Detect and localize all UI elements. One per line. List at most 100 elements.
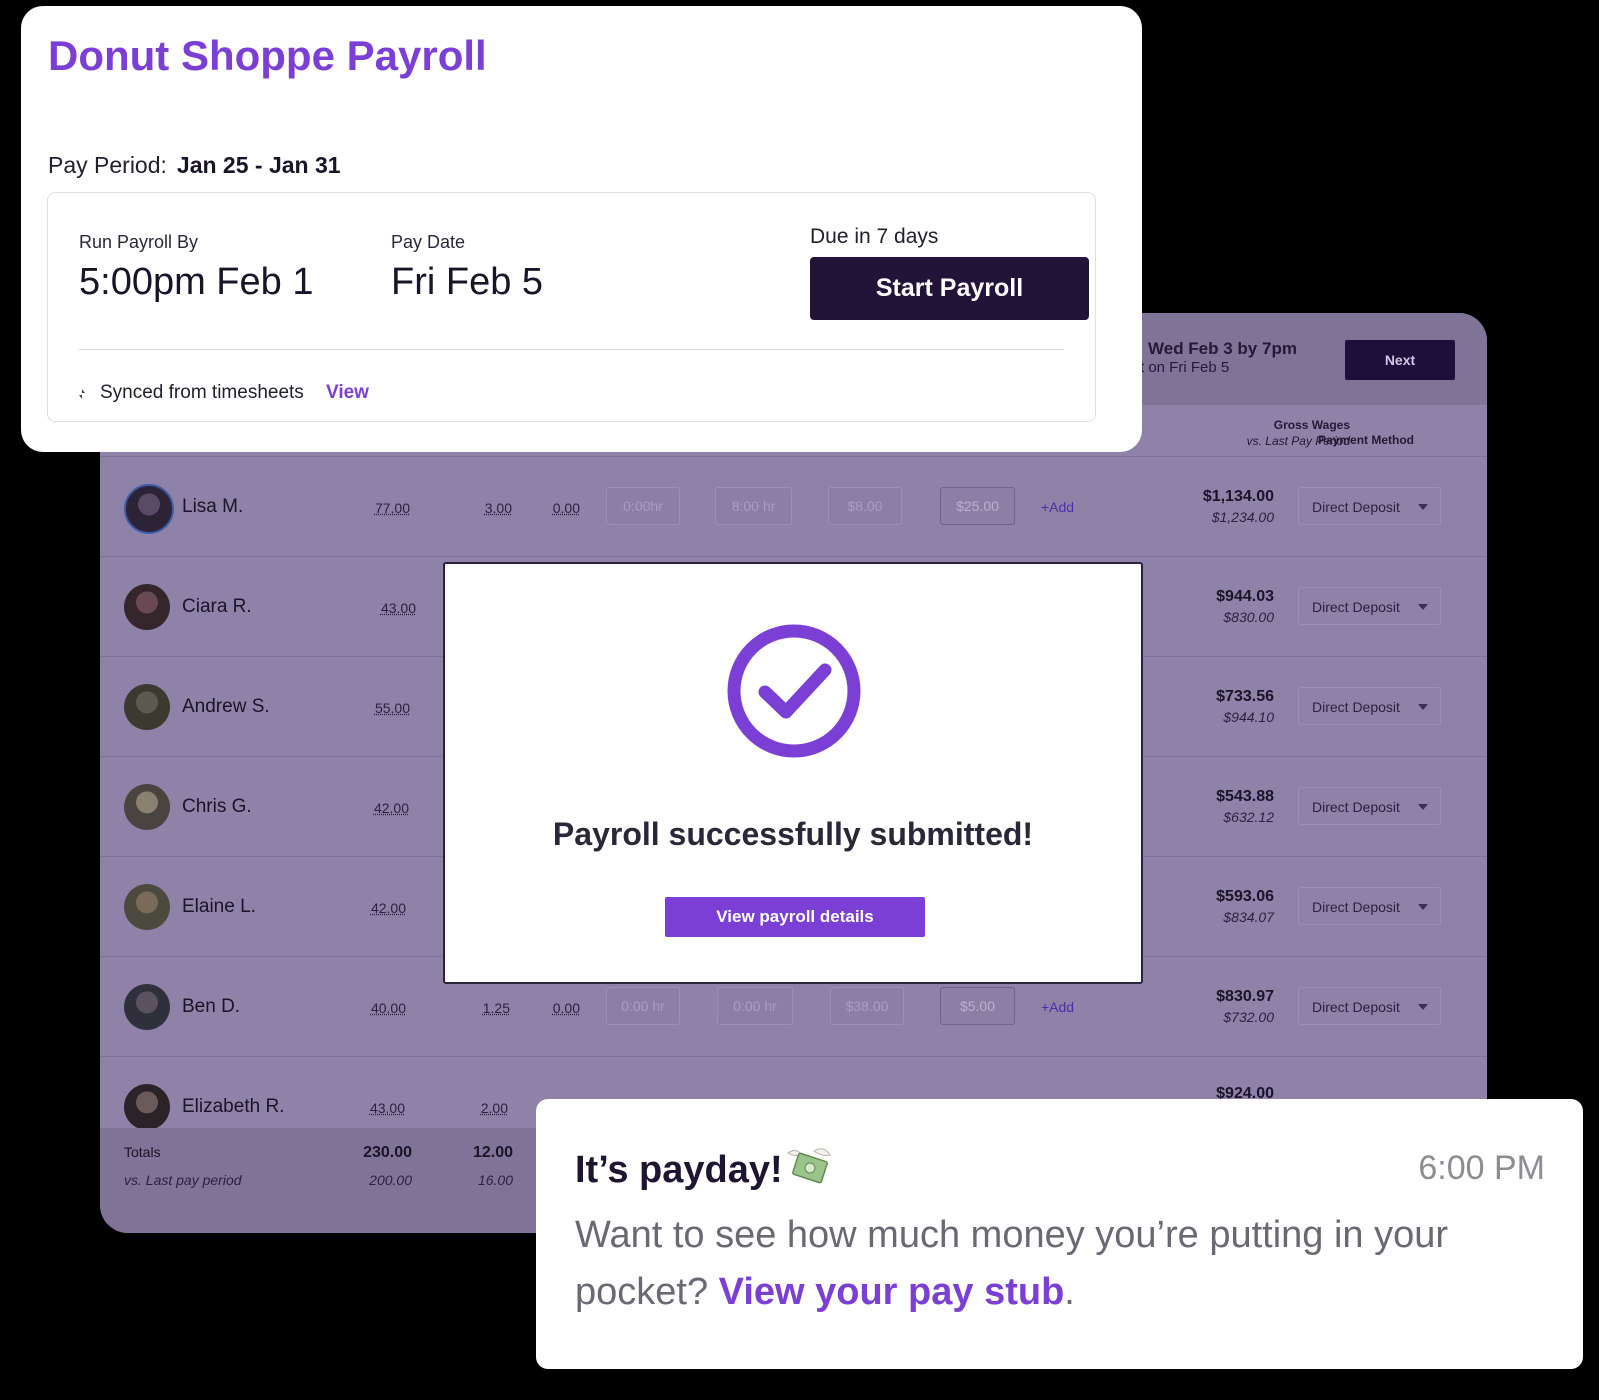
time-off-input[interactable]: 0:00 hr: [606, 987, 680, 1025]
payday-notification: It’s payday! 6:00 PM Want to see how muc…: [536, 1099, 1583, 1369]
gross-wages: $593.06: [1216, 888, 1274, 905]
reimbursement-input[interactable]: $8.00: [828, 487, 902, 525]
check-circle-icon: [727, 624, 861, 758]
page-title: Donut Shoppe Payroll: [48, 32, 487, 79]
gross-wages: $733.56: [1216, 688, 1274, 705]
add-link[interactable]: +Add: [1041, 999, 1074, 1015]
pay-period-value: Jan 25 - Jan 31: [176, 152, 341, 178]
pay-date-label: Pay Date: [391, 232, 466, 252]
pay-period-label: Pay Period:: [48, 152, 167, 178]
chevron-down-icon: [1418, 704, 1428, 710]
avatar: [124, 884, 170, 930]
double-time-value[interactable]: 0.00: [520, 1000, 580, 1016]
column-header-payment-method: Payment Method: [1318, 433, 1415, 447]
totals-overtime: 12.00: [472, 1144, 513, 1161]
gross-wages: $944.03: [1216, 588, 1274, 605]
divider: [79, 349, 1064, 350]
hours-value[interactable]: 42.00: [349, 800, 409, 816]
payment-method-select[interactable]: Direct Deposit: [1298, 487, 1441, 525]
deadline-subtext: t on Fri Feb 5: [1140, 359, 1230, 376]
notification-end: .: [1064, 1271, 1075, 1313]
employee-name: Lisa M.: [182, 496, 244, 517]
chevron-down-icon: [1418, 1004, 1428, 1010]
gross-wages: $543.88: [1216, 788, 1274, 805]
hours-value[interactable]: 55.00: [350, 700, 410, 716]
gross-wages-previous: $944.10: [1223, 709, 1274, 725]
view-pay-stub-link[interactable]: View your pay stub: [719, 1271, 1065, 1313]
payment-method-value: Direct Deposit: [1312, 999, 1400, 1015]
notification-time: 6:00 PM: [1418, 1149, 1545, 1187]
hours-value[interactable]: 40.00: [346, 1000, 406, 1016]
payment-method-select[interactable]: Direct Deposit: [1298, 987, 1441, 1025]
overtime-value[interactable]: 3.00: [452, 500, 512, 516]
run-payroll-by-label: Run Payroll By: [79, 232, 199, 252]
totals-hours: 230.00: [363, 1144, 412, 1161]
reimbursement-input[interactable]: $38.00: [830, 987, 904, 1025]
deadline-text: Wed Feb 3 by 7pm: [1148, 339, 1297, 358]
employee-name: Andrew S.: [182, 696, 270, 717]
payment-method-select[interactable]: Direct Deposit: [1298, 587, 1441, 625]
payment-method-value: Direct Deposit: [1312, 899, 1400, 915]
totals-overtime-previous: 16.00: [477, 1172, 513, 1188]
time-off-input[interactable]: 0:00hr: [606, 487, 680, 525]
hours-value[interactable]: 43.00: [356, 600, 416, 616]
employee-name: Ben D.: [182, 996, 241, 1017]
totals-sublabel: vs. Last pay period: [124, 1172, 242, 1188]
gross-wages-previous: $834.07: [1223, 909, 1274, 925]
employee-name: Elizabeth R.: [182, 1096, 285, 1117]
chevron-down-icon: [1418, 804, 1428, 810]
flying-money-icon: [787, 1148, 831, 1184]
chevron-down-icon: [1418, 904, 1428, 910]
overtime-value[interactable]: 2.00: [448, 1100, 508, 1116]
avatar: [124, 684, 170, 730]
gross-wages-previous: $830.00: [1223, 609, 1274, 625]
avatar: [124, 1084, 170, 1130]
view-payroll-details-button[interactable]: View payroll details: [665, 897, 925, 937]
gross-wages-previous: $732.00: [1223, 1009, 1274, 1025]
employee-name: Ciara R.: [182, 596, 252, 617]
employee-name: Chris G.: [182, 796, 252, 817]
totals-hours-previous: 200.00: [369, 1172, 412, 1188]
payment-method-value: Direct Deposit: [1312, 599, 1400, 615]
chevron-down-icon: [1418, 504, 1428, 510]
gross-wages: $830.97: [1216, 988, 1274, 1005]
chevron-down-icon: [1418, 604, 1428, 610]
sync-view-link[interactable]: View: [326, 382, 369, 404]
gross-wages-previous: $1,234.00: [1211, 509, 1274, 525]
modal-title: Payroll successfully submitted!: [552, 816, 1034, 852]
success-modal: Payroll successfully submitted! View pay…: [443, 562, 1143, 984]
avatar: [124, 984, 170, 1030]
overtime-value[interactable]: 1.25: [450, 1000, 510, 1016]
employee-name: Elaine L.: [182, 896, 256, 917]
hours-value[interactable]: 77.00: [350, 500, 410, 516]
avatar: [124, 784, 170, 830]
sync-icon: [79, 389, 85, 399]
payment-method-value: Direct Deposit: [1312, 499, 1400, 515]
pay-period: Pay Period: Jan 25 - Jan 31: [48, 152, 341, 179]
next-button[interactable]: Next: [1345, 340, 1455, 380]
start-payroll-button[interactable]: Start Payroll: [810, 257, 1089, 320]
hours-value[interactable]: 43.00: [345, 1100, 405, 1116]
notification-body: Want to see how much money you’re puttin…: [575, 1207, 1555, 1321]
tips-input[interactable]: $25.00: [940, 487, 1015, 525]
totals-label: Totals: [124, 1144, 161, 1160]
gross-wages: $1,134.00: [1202, 488, 1274, 505]
payroll-summary-box: Run Payroll By 5:00pm Feb 1 Pay Date Fri…: [47, 192, 1096, 422]
sick-hours-input[interactable]: 0:00 hr: [717, 987, 793, 1025]
hours-value[interactable]: 42.00: [346, 900, 406, 916]
payment-method-select[interactable]: Direct Deposit: [1298, 687, 1441, 725]
sync-status-text: Synced from timesheets: [100, 382, 304, 403]
column-header-gross-label: Gross Wages: [1273, 418, 1350, 432]
payment-method-value: Direct Deposit: [1312, 699, 1400, 715]
add-link[interactable]: +Add: [1041, 499, 1074, 515]
tips-input[interactable]: $5.00: [940, 987, 1015, 1025]
payroll-header-card: Donut Shoppe Payroll Pay Period: Jan 25 -…: [21, 6, 1142, 452]
double-time-value[interactable]: 0.00: [520, 500, 580, 516]
notification-title: It’s payday!: [575, 1149, 783, 1191]
gross-wages-previous: $632.12: [1223, 809, 1274, 825]
payment-method-select[interactable]: Direct Deposit: [1298, 887, 1441, 925]
sick-hours-input[interactable]: 8:00 hr: [715, 487, 792, 525]
payment-method-select[interactable]: Direct Deposit: [1298, 787, 1441, 825]
due-text: Due in 7 days: [810, 225, 939, 248]
avatar: [124, 584, 170, 630]
